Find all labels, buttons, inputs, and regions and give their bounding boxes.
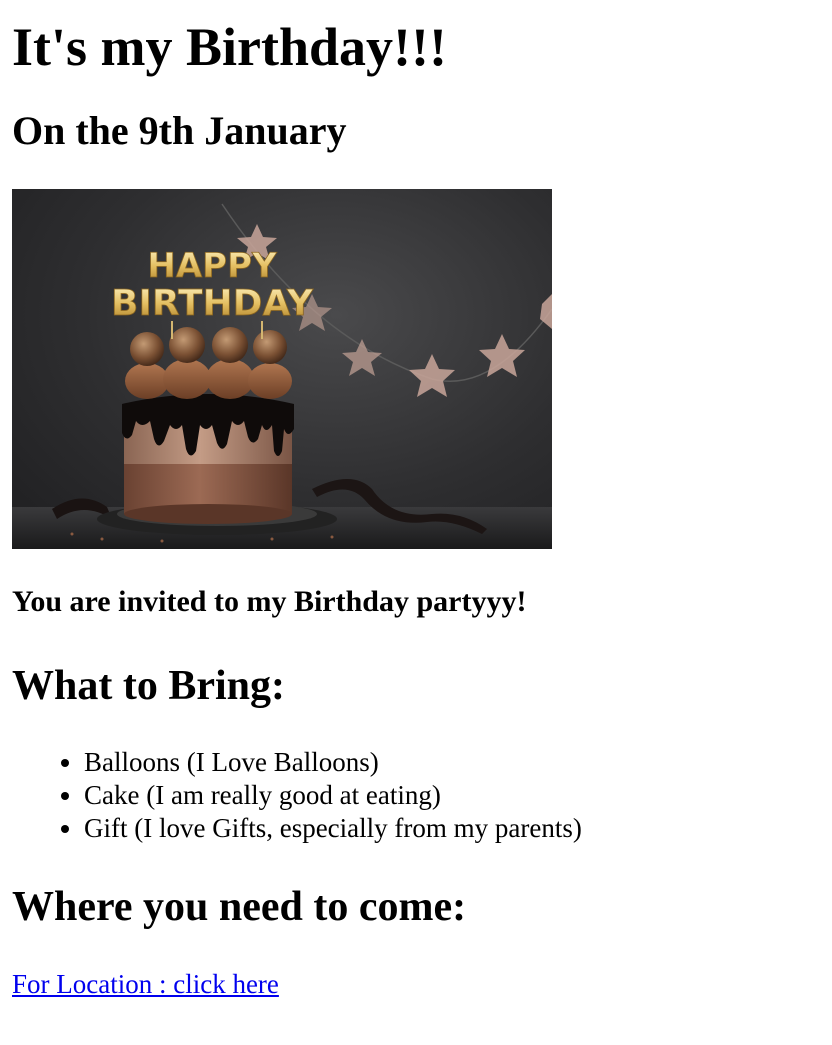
bring-heading: What to Bring: bbox=[12, 662, 285, 709]
birthday-cake-image: HAPPY BIRTHDAY bbox=[12, 189, 552, 550]
list-item: Gift (I love Gifts, especially from my p… bbox=[84, 812, 820, 845]
location-link[interactable]: For Location : click here bbox=[12, 969, 279, 999]
list-item: Cake (I am really good at eating) bbox=[84, 779, 820, 812]
date-heading: On the 9th January bbox=[12, 108, 347, 154]
topper-line2: BIRTHDAY bbox=[111, 283, 314, 324]
page-title: It's my Birthday!!! bbox=[12, 17, 447, 77]
location-paragraph: For Location : click here bbox=[12, 969, 820, 1000]
invite-text: You are invited to my Birthday partyyy! bbox=[12, 585, 527, 619]
bring-list: Balloons (I Love Balloons) Cake (I am re… bbox=[12, 746, 820, 845]
topper-line1: HAPPY bbox=[147, 246, 277, 286]
list-item: Balloons (I Love Balloons) bbox=[84, 746, 820, 779]
where-heading: Where you need to come: bbox=[12, 883, 467, 930]
page: It's my Birthday!!! On the 9th January H… bbox=[0, 16, 832, 1000]
